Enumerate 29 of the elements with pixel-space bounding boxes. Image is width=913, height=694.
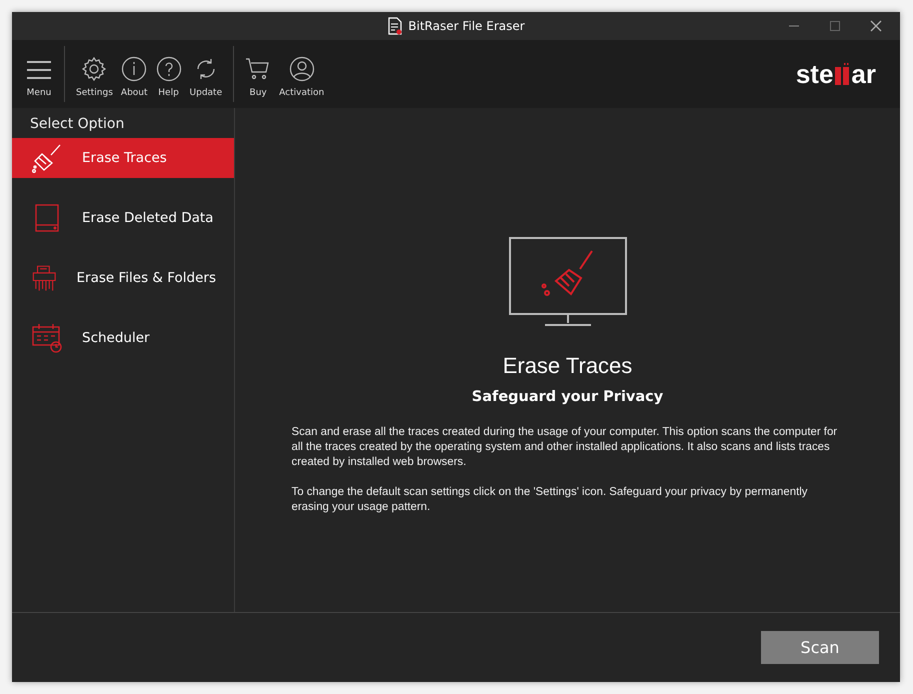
info-icon <box>121 56 148 82</box>
toolbar-button[interactable]: About <box>118 40 151 108</box>
close-icon[interactable] <box>870 20 882 32</box>
main-subtitle: Safeguard your Privacy <box>472 389 664 405</box>
main-title: Erase Traces <box>502 353 632 379</box>
help-icon <box>156 56 182 82</box>
description-paragraph: Scan and erase all the traces created during the usage of your computer. This option scans the computer for all the traces created by the operating system and other installed applications. It also scans and lists traces created by installed web browsers. <box>292 425 838 470</box>
menu-button[interactable]: Menu <box>18 40 60 108</box>
sidebar-item[interactable]: Erase Deleted Data <box>12 198 234 238</box>
cart-icon <box>245 56 272 82</box>
user-icon <box>288 56 315 82</box>
scan-button[interactable]: Scan <box>761 631 879 664</box>
sidebar-item[interactable]: Erase Files & Folders <box>12 258 234 298</box>
gear-icon <box>81 56 108 82</box>
toolbar-button[interactable]: Activation <box>276 40 328 108</box>
toolbar-button[interactable]: Help <box>152 40 185 108</box>
calendar-icon <box>30 321 64 355</box>
sidebar-item[interactable]: Scheduler <box>12 318 234 358</box>
sidebar-item[interactable]: Erase Traces <box>12 138 234 178</box>
window-title: BitRaser File Eraser <box>408 19 525 33</box>
menu-icon <box>26 60 52 80</box>
toolbar-button[interactable]: Update <box>186 40 226 108</box>
logo: ste ar <box>796 61 876 87</box>
document-icon <box>387 17 404 35</box>
toolbar-button[interactable]: Buy <box>242 40 274 108</box>
sidebar-title: Select Option <box>29 115 126 134</box>
description-paragraph: To change the default scan settings click on the 'Settings' icon. Safeguard your privacy by permanently erasing your usage pattern. <box>292 485 808 515</box>
maximize-icon[interactable] <box>829 20 841 32</box>
toolbar-button[interactable]: Settings <box>73 40 116 108</box>
